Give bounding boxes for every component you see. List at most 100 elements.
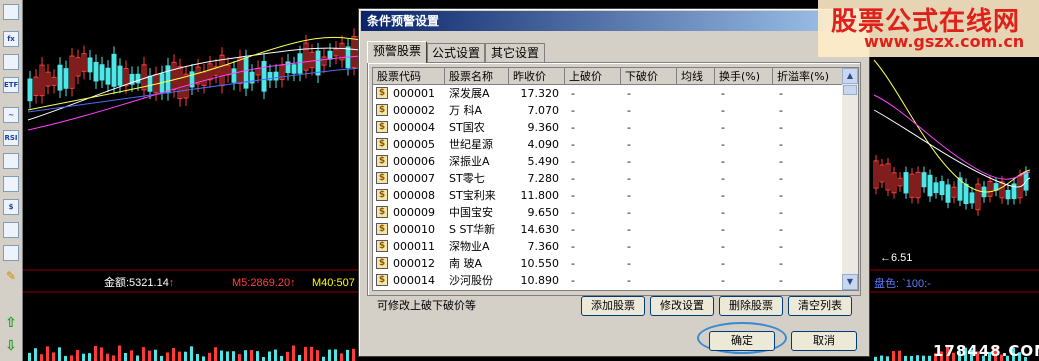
volume-bar — [268, 351, 271, 361]
volume-bar — [298, 354, 301, 361]
volume-bar — [316, 350, 319, 361]
chart-type-icon[interactable] — [3, 4, 19, 20]
table-row[interactable]: $000012 南 玻A 10.550- - - - — [373, 255, 843, 272]
volume-bar — [34, 348, 37, 361]
candle-body — [261, 61, 267, 92]
right-info-label: 盘色: `100:- — [874, 278, 931, 290]
zoom-icon[interactable] — [3, 54, 19, 70]
tab-other-settings[interactable]: 其它设置 — [485, 43, 545, 62]
volume-bar — [178, 351, 181, 361]
col-premium[interactable]: 折溢率(%) — [773, 68, 843, 85]
table-row[interactable]: $000001 深发展A 17.320- - - - — [373, 85, 843, 102]
candle-body — [969, 192, 975, 204]
ma-line-yellow — [873, 59, 1031, 193]
wave-icon[interactable]: ~ — [3, 107, 19, 123]
col-prev-close[interactable]: 昨收价 — [509, 68, 565, 85]
col-turnover[interactable]: 换手(%) — [715, 68, 773, 85]
dialog-title: 条件预警设置 — [361, 11, 867, 31]
col-name[interactable]: 股票名称 — [445, 68, 509, 85]
volume-bar — [220, 350, 223, 361]
stock-icon: $ — [376, 104, 388, 116]
dollar-icon[interactable]: $ — [3, 199, 19, 215]
volume-bar — [46, 346, 49, 361]
scroll-thumb[interactable] — [843, 85, 857, 95]
volume-bar — [52, 352, 55, 361]
candle-body — [111, 53, 117, 87]
cell-prem: - — [779, 206, 783, 219]
cell-turn: - — [721, 189, 725, 202]
stock-list[interactable]: 股票代码 股票名称 昨收价 上破价 下破价 均线 换手(%) 折溢率(%) $0… — [372, 67, 859, 291]
candle-body — [1005, 189, 1011, 200]
cell-prev: 9.650 — [527, 206, 560, 219]
cell-down: - — [627, 155, 631, 168]
col-break-up[interactable]: 上破价 — [565, 68, 621, 85]
cell-ma — [681, 255, 711, 272]
table-row[interactable]: $000010 S ST华新 14.630- - - - — [373, 221, 843, 238]
link-icon[interactable] — [3, 222, 19, 238]
arrow-up-icon[interactable]: ⇧ — [3, 315, 19, 331]
scroll-up-button[interactable]: ▲ — [842, 68, 858, 84]
grid-icon[interactable] — [3, 176, 19, 192]
tab-formula-settings[interactable]: 公式设置 — [427, 43, 485, 62]
col-ma[interactable]: 均线 — [677, 68, 715, 85]
delete-stock-button[interactable]: 删除股票 — [719, 296, 783, 316]
table-row[interactable]: $000007 ST零七 7.280- - - - — [373, 170, 843, 187]
formula-fx-icon[interactable]: fx — [3, 31, 19, 47]
table-row[interactable]: $000006 深振业A 5.490- - - - — [373, 153, 843, 170]
cell-turn: - — [721, 257, 725, 270]
cell-prev: 14.630 — [520, 223, 560, 236]
cell-turn: - — [721, 104, 725, 117]
col-code[interactable]: 股票代码 — [373, 68, 445, 85]
cell-name: ST宝利来 — [449, 189, 496, 202]
col-break-down[interactable]: 下破价 — [621, 68, 677, 85]
ma-line-white — [873, 109, 1031, 188]
volume-bar — [292, 345, 295, 361]
cell-code: 000009 — [393, 206, 435, 219]
cell-name: 中国宝安 — [449, 206, 493, 219]
stock-icon: $ — [376, 257, 388, 269]
volume-bar — [304, 346, 307, 361]
export-icon[interactable] — [3, 153, 19, 169]
pencil-icon[interactable]: ✎ — [3, 268, 19, 284]
candle-body — [297, 53, 303, 74]
volume-bar — [190, 346, 193, 361]
table-row[interactable]: $000009 中国宝安 9.650- - - - — [373, 204, 843, 221]
ok-button[interactable]: 确定 — [709, 331, 775, 351]
tab-alert-stocks[interactable]: 预警股票 — [367, 41, 427, 63]
cell-code: 000010 — [393, 223, 435, 236]
volume-bar — [310, 346, 313, 361]
scroll-down-button[interactable]: ▼ — [842, 274, 858, 290]
candle-body — [963, 183, 969, 205]
volume-bar — [136, 355, 139, 361]
rsi-icon[interactable]: RSI — [3, 130, 19, 146]
cell-prev: 11.800 — [520, 189, 560, 202]
cell-down: - — [627, 138, 631, 151]
clear-list-button[interactable]: 清空列表 — [788, 296, 852, 316]
candle-body — [105, 67, 111, 85]
volume-bar — [196, 354, 199, 361]
table-row[interactable]: $000011 深物业A 7.360- - - - — [373, 238, 843, 255]
stock-icon: $ — [376, 189, 388, 201]
check-icon[interactable] — [3, 245, 19, 261]
list-scrollbar[interactable]: ▲ ▼ — [842, 68, 858, 290]
cancel-button[interactable]: 取消 — [791, 331, 857, 351]
cell-code: 000011 — [393, 240, 435, 253]
table-row[interactable]: $000002 万 科A 7.070- - - - — [373, 102, 843, 119]
table-row[interactable]: $000008 ST宝利来 11.800- - - - — [373, 187, 843, 204]
volume-bar — [880, 355, 883, 361]
cell-turn: - — [721, 240, 725, 253]
volume-bar — [40, 354, 43, 361]
edit-settings-button[interactable]: 修改设置 — [650, 296, 714, 316]
cell-up: - — [571, 121, 575, 134]
watermark-url: www.gszx.com.cn — [864, 32, 1025, 51]
table-row[interactable]: $000005 世纪星源 4.090- - - - — [373, 136, 843, 153]
add-stock-button[interactable]: 添加股票 — [581, 296, 645, 316]
stock-icon: $ — [376, 155, 388, 167]
etf-icon[interactable]: ETF — [3, 77, 19, 93]
cell-down: - — [627, 104, 631, 117]
arrow-down-icon[interactable]: ⇩ — [3, 338, 19, 354]
table-row[interactable]: $000014 沙河股份 10.890- - - - — [373, 272, 843, 289]
cell-ma — [681, 153, 711, 170]
volume-bar — [106, 353, 109, 361]
table-row[interactable]: $000004 ST国农 9.360- - - - — [373, 119, 843, 136]
